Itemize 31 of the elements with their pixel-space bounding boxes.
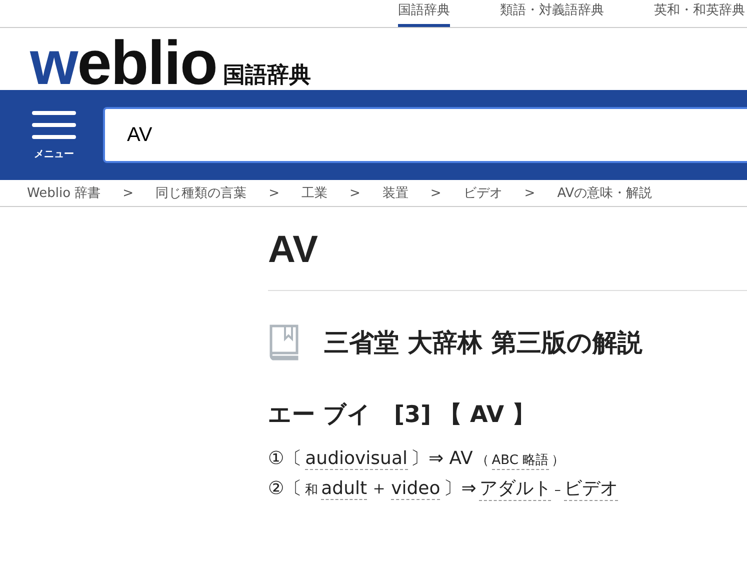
menu-button[interactable]: メニュー: [30, 109, 78, 161]
breadcrumb-separator: >: [430, 186, 442, 200]
weblio-logo[interactable]: weblio: [30, 38, 217, 90]
entry-title: AV: [268, 207, 747, 291]
search-field[interactable]: AV: [103, 107, 747, 163]
menu-icon: [30, 109, 78, 141]
definition-line: ②〔 和 adult ＋ video 〕⇒ アダルト – ビデオ: [268, 476, 619, 501]
word-link[interactable]: video: [391, 478, 440, 500]
breadcrumb-separator: >: [268, 186, 280, 200]
breadcrumb-separator: >: [122, 186, 134, 200]
dictionary-name: 国語辞典: [222, 62, 311, 90]
breadcrumb-separator: >: [349, 186, 360, 200]
word-link[interactable]: adult: [321, 478, 368, 500]
breadcrumb-link[interactable]: 同じ種類の言葉: [156, 184, 247, 202]
book-icon: [268, 323, 300, 361]
dictionary-tab[interactable]: 国語辞典: [398, 0, 450, 27]
word-link[interactable]: audiovisual: [305, 448, 408, 470]
word-link[interactable]: ビデオ: [564, 476, 618, 501]
word-link[interactable]: ABC 略語: [492, 451, 549, 470]
headword: エー ブイ [3] 【 AV 】: [268, 401, 536, 430]
breadcrumb-link[interactable]: AVの意味・解説: [557, 184, 652, 202]
breadcrumb-link[interactable]: 装置: [382, 184, 408, 202]
dictionary-tab[interactable]: 英和・和英辞典: [654, 0, 745, 27]
breadcrumb-link[interactable]: ビデオ: [463, 184, 502, 202]
source-heading: 三省堂 大辞林 第三版の解説: [324, 326, 642, 358]
dictionary-tab[interactable]: 類語・対義語辞典: [500, 0, 604, 27]
word-link[interactable]: アダルト: [479, 476, 552, 501]
definition-line: ①〔 audiovisual 〕⇒ AV （ ABC 略語 ）: [268, 447, 566, 470]
breadcrumb-link[interactable]: Weblio 辞書: [27, 184, 101, 202]
breadcrumb-link[interactable]: 工業: [301, 184, 328, 202]
breadcrumb-separator: >: [524, 186, 536, 200]
